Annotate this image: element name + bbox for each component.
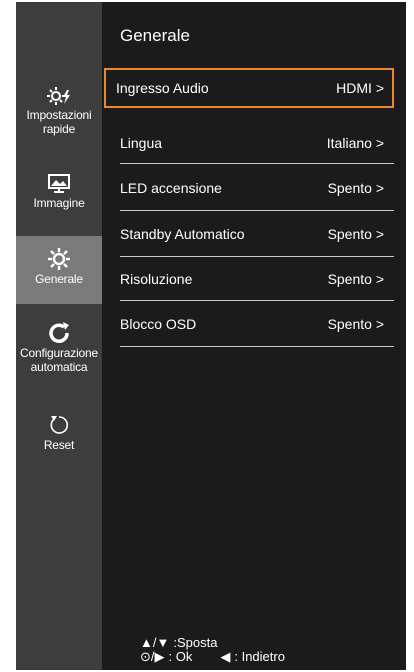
up-down-arrows-icon: ▲/▼ xyxy=(140,635,170,650)
sidebar-item-label: Reset xyxy=(43,438,75,452)
hint-move: ▲/▼ :Sposta xyxy=(140,636,285,650)
gear-icon xyxy=(46,246,72,272)
divider xyxy=(120,256,394,257)
menu-row-osd-lock[interactable]: Blocco OSD Spento > xyxy=(104,304,394,344)
sidebar-item-auto-config[interactable]: Configurazione automatica xyxy=(16,320,102,394)
sidebar: Impostazioni rapide Immagine Generale Co… xyxy=(16,2,102,670)
menu-row-resolution[interactable]: Risoluzione Spento > xyxy=(104,259,394,299)
divider xyxy=(120,163,394,164)
row-value: Spento > xyxy=(327,271,384,287)
sidebar-item-picture[interactable]: Immagine xyxy=(16,170,102,226)
menu-row-power-led[interactable]: LED accensione Spento > xyxy=(104,168,394,208)
main-panel: Generale Ingresso Audio HDMI > Lingua It… xyxy=(102,2,406,670)
sidebar-item-quick-settings[interactable]: Impostazioni rapide xyxy=(16,82,102,156)
hint-move-label: :Sposta xyxy=(173,635,218,650)
row-label: Blocco OSD xyxy=(120,316,197,332)
hint-back-label: : Indietro xyxy=(234,649,285,664)
row-value: Spento > xyxy=(327,316,384,332)
ok-key-icon: ⊙/▶ xyxy=(140,649,165,664)
auto-config-icon xyxy=(46,320,72,346)
row-value: Italiano > xyxy=(326,135,384,151)
sidebar-item-label: Impostazioni rapide xyxy=(26,108,92,136)
key-hints: ▲/▼ :Sposta ⊙/▶ : Ok ◀ : Indietro xyxy=(140,636,285,664)
row-label: Lingua xyxy=(120,135,163,151)
divider xyxy=(120,346,394,347)
menu-row-language[interactable]: Lingua Italiano > xyxy=(104,123,394,163)
divider xyxy=(120,210,394,211)
hint-ok-label: : Ok xyxy=(168,649,193,664)
divider xyxy=(120,300,394,301)
page-title: Generale xyxy=(120,26,190,45)
row-value: Spento > xyxy=(327,180,384,196)
reset-icon xyxy=(46,412,72,438)
row-value: Spento > xyxy=(327,226,384,242)
row-label: Standby Automatico xyxy=(120,226,245,242)
back-arrow-icon: ◀ xyxy=(220,649,231,664)
row-value: HDMI > xyxy=(336,80,384,96)
menu-row-auto-standby[interactable]: Standby Automatico Spento > xyxy=(104,214,394,254)
menu-row-audio-input[interactable]: Ingresso Audio HDMI > xyxy=(104,68,394,108)
sidebar-item-label: Immagine xyxy=(33,196,85,210)
hint-ok-back: ⊙/▶ : Ok ◀ : Indietro xyxy=(140,650,285,664)
sidebar-item-label: Configurazione automatica xyxy=(20,346,98,374)
quick-settings-icon xyxy=(46,82,72,108)
row-label: Ingresso Audio xyxy=(116,80,209,96)
sidebar-item-label: Generale xyxy=(35,272,83,286)
row-label: Risoluzione xyxy=(120,271,193,287)
osd-menu: Impostazioni rapide Immagine Generale Co… xyxy=(16,2,406,670)
row-label: LED accensione xyxy=(120,180,222,196)
picture-icon xyxy=(46,170,72,196)
sidebar-item-reset[interactable]: Reset xyxy=(16,412,102,460)
sidebar-item-general[interactable]: Generale xyxy=(16,236,102,304)
